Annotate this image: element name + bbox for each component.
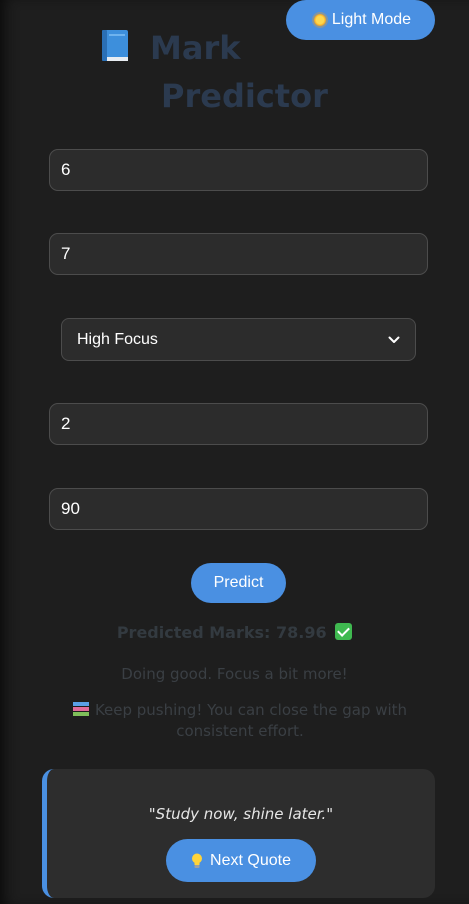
input-field-2[interactable]: 7 (49, 233, 428, 275)
page-title-line1: Mark (150, 29, 241, 67)
chevron-down-icon (388, 336, 400, 343)
theme-toggle-label: Light Mode (331, 11, 412, 28)
theme-toggle-button[interactable]: Light Mode (286, 0, 435, 40)
result-message: Doing good. Focus a bit more! (121, 665, 348, 683)
page-title-line2: Predictor (161, 77, 328, 115)
app-page: Light Mode Mark Predictor 6 7 High Focus… (0, 0, 469, 904)
sun-icon (313, 14, 326, 26)
predict-button[interactable]: Predict (191, 563, 286, 603)
next-quote-label: Next Quote (210, 851, 291, 869)
focus-level-select[interactable]: High Focus (61, 318, 416, 361)
predicted-marks-text: Predicted Marks: 78.96 (116, 623, 327, 642)
advice-text: Keep pushing! You can close the gap with… (94, 701, 408, 740)
predicted-marks: Predicted Marks: 78.96 (0, 621, 469, 645)
focus-level-value: High Focus (77, 330, 158, 348)
quote-card: "Study now, shine later." Next Quote (42, 769, 435, 898)
input-field-4[interactable]: 90 (49, 488, 428, 530)
next-quote-button[interactable]: Next Quote (166, 839, 316, 882)
input-field-3[interactable]: 2 (49, 403, 428, 445)
quote-text: "Study now, shine later." (148, 805, 334, 823)
books-icon (72, 702, 89, 716)
light-bulb-icon (192, 853, 203, 868)
check-mark-icon (335, 623, 353, 640)
advice-text-block: Keep pushing! You can close the gap with… (40, 700, 440, 742)
input-field-1[interactable]: 6 (49, 149, 428, 191)
blue-book-icon (102, 30, 128, 61)
